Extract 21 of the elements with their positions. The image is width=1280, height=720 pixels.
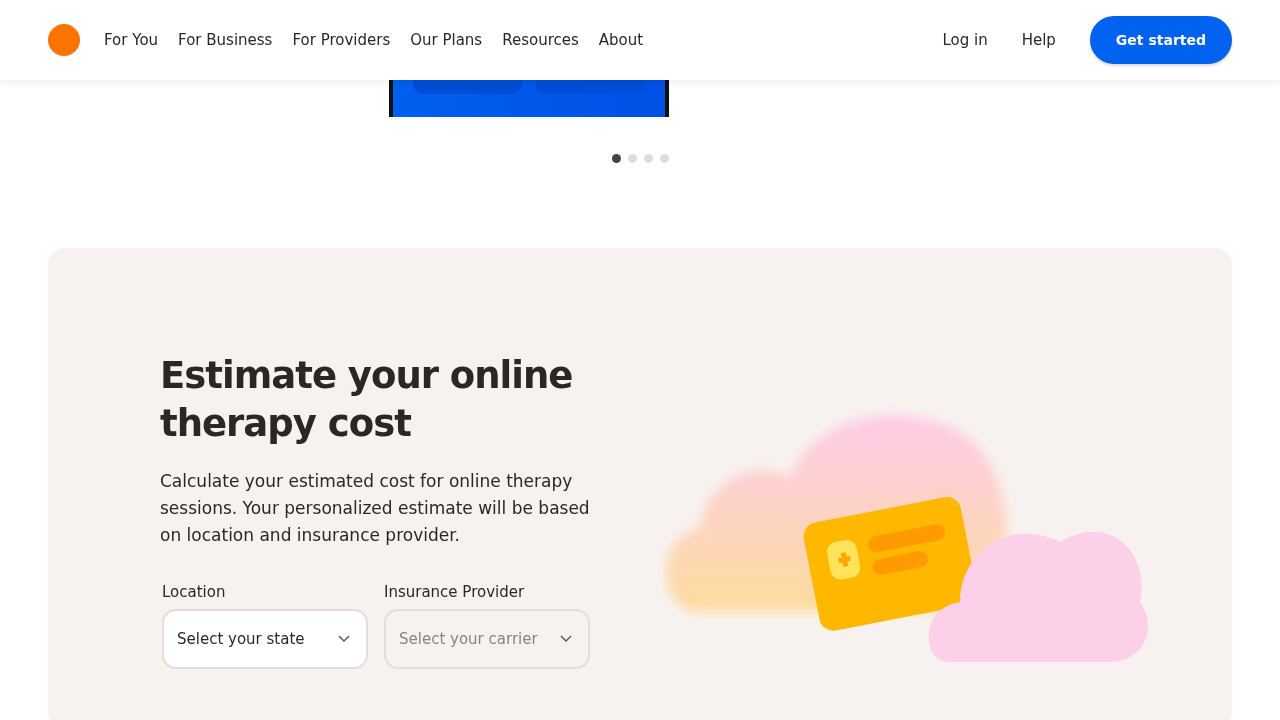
carousel-dot[interactable] (627, 154, 637, 163)
login-link[interactable]: Log in (942, 31, 988, 49)
carousel-dot[interactable] (659, 154, 669, 163)
nav-link[interactable]: For Providers (292, 31, 391, 49)
nav-link[interactable]: For You (104, 31, 159, 49)
carousel-dot[interactable] (643, 154, 653, 163)
nav-link[interactable]: About (598, 31, 644, 49)
help-link[interactable]: Help (1021, 31, 1056, 49)
chevron-down-icon (338, 635, 350, 643)
section-description: Calculate your estimated cost for online therapy sessions. Your personalized estimate will be based on location and insurance provider. (160, 470, 591, 547)
chevron-down-icon (560, 635, 572, 643)
logo-circle-icon[interactable] (48, 24, 80, 56)
get-started-button[interactable]: Get started (1089, 16, 1232, 64)
dropdown-select[interactable]: Select your state (162, 609, 368, 669)
field-label: Location (162, 583, 227, 601)
section-heading: Estimate your online therapy cost (160, 353, 574, 447)
nav-link[interactable]: Our Plans (410, 31, 483, 49)
nav-link[interactable]: For Business (178, 31, 273, 49)
carousel-dot[interactable] (611, 154, 621, 163)
nav-link[interactable]: Resources (502, 31, 579, 49)
field-label: Insurance Provider (384, 583, 526, 601)
